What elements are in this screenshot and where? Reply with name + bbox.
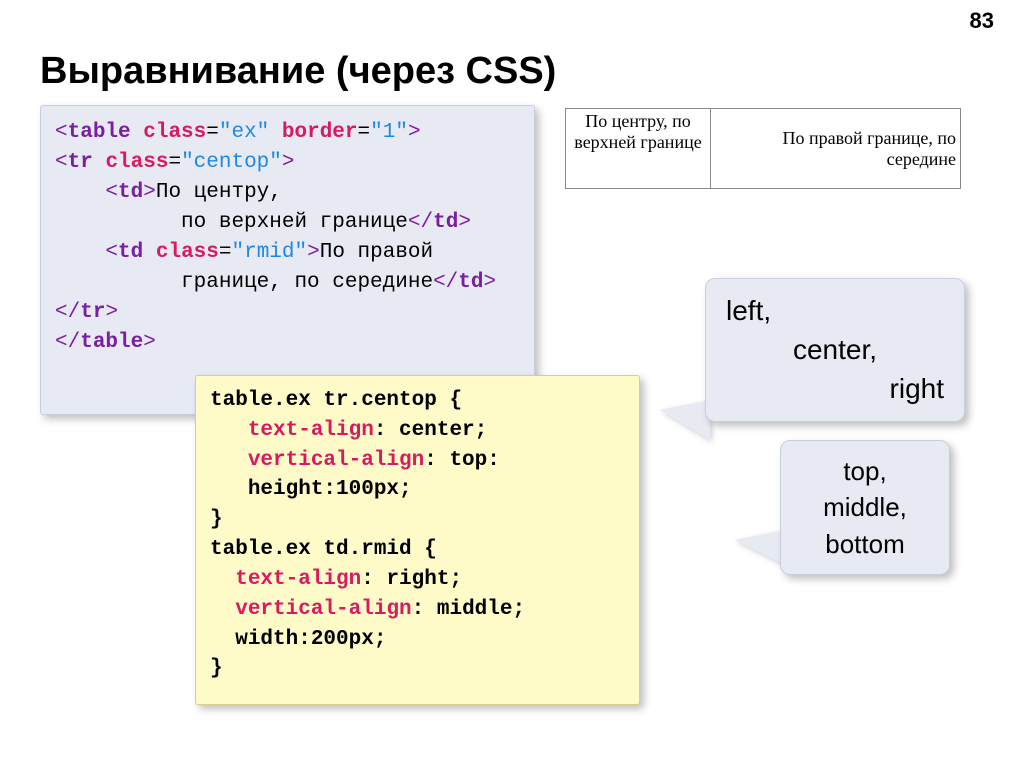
css-code-box: table.ex tr.centop { text-align: center;… — [195, 375, 640, 705]
code-line: vertical-align: top: — [210, 446, 625, 476]
demo-table: По центру, по верхней границе По правой … — [565, 108, 961, 189]
code-line: width:200px; — [210, 625, 625, 655]
code-line: границе, по середине</td> — [55, 268, 520, 298]
code-line: height:100px; — [210, 475, 625, 505]
callout-line: middle, — [801, 489, 929, 525]
callout-line: bottom — [801, 526, 929, 562]
callout-line: right — [726, 369, 944, 408]
callout-text-align-values: left, center, right — [705, 278, 965, 422]
code-line: } — [210, 654, 625, 684]
callout-vertical-align-values: top, middle, bottom — [780, 440, 950, 575]
callout-line: center, — [726, 330, 944, 369]
demo-cell-right-middle: По правой границе, по середине — [711, 109, 961, 189]
code-line: <table class="ex" border="1"> — [55, 118, 520, 148]
code-line: vertical-align: middle; — [210, 595, 625, 625]
code-line: table.ex tr.centop { — [210, 386, 625, 416]
page-title: Выравнивание (через CSS) — [40, 50, 556, 93]
html-code-box: <table class="ex" border="1"> <tr class=… — [40, 105, 535, 415]
callout-tail-icon — [660, 400, 710, 440]
code-line: <td>По центру, — [55, 178, 520, 208]
code-line: <td class="rmid">По правой — [55, 238, 520, 268]
code-line: } — [210, 505, 625, 535]
code-line: table.ex td.rmid { — [210, 535, 625, 565]
code-line: text-align: center; — [210, 416, 625, 446]
callout-line: left, — [726, 291, 944, 330]
page-number: 83 — [970, 8, 994, 34]
code-line: по верхней границе</td> — [55, 208, 520, 238]
callout-tail-icon — [735, 530, 785, 565]
code-line: <tr class="centop"> — [55, 148, 520, 178]
demo-cell-center-top: По центру, по верхней границе — [566, 109, 711, 189]
code-line: text-align: right; — [210, 565, 625, 595]
code-line: </table> — [55, 328, 520, 358]
callout-line: top, — [801, 453, 929, 489]
code-line: </tr> — [55, 298, 520, 328]
table-row: По центру, по верхней границе По правой … — [566, 109, 961, 189]
